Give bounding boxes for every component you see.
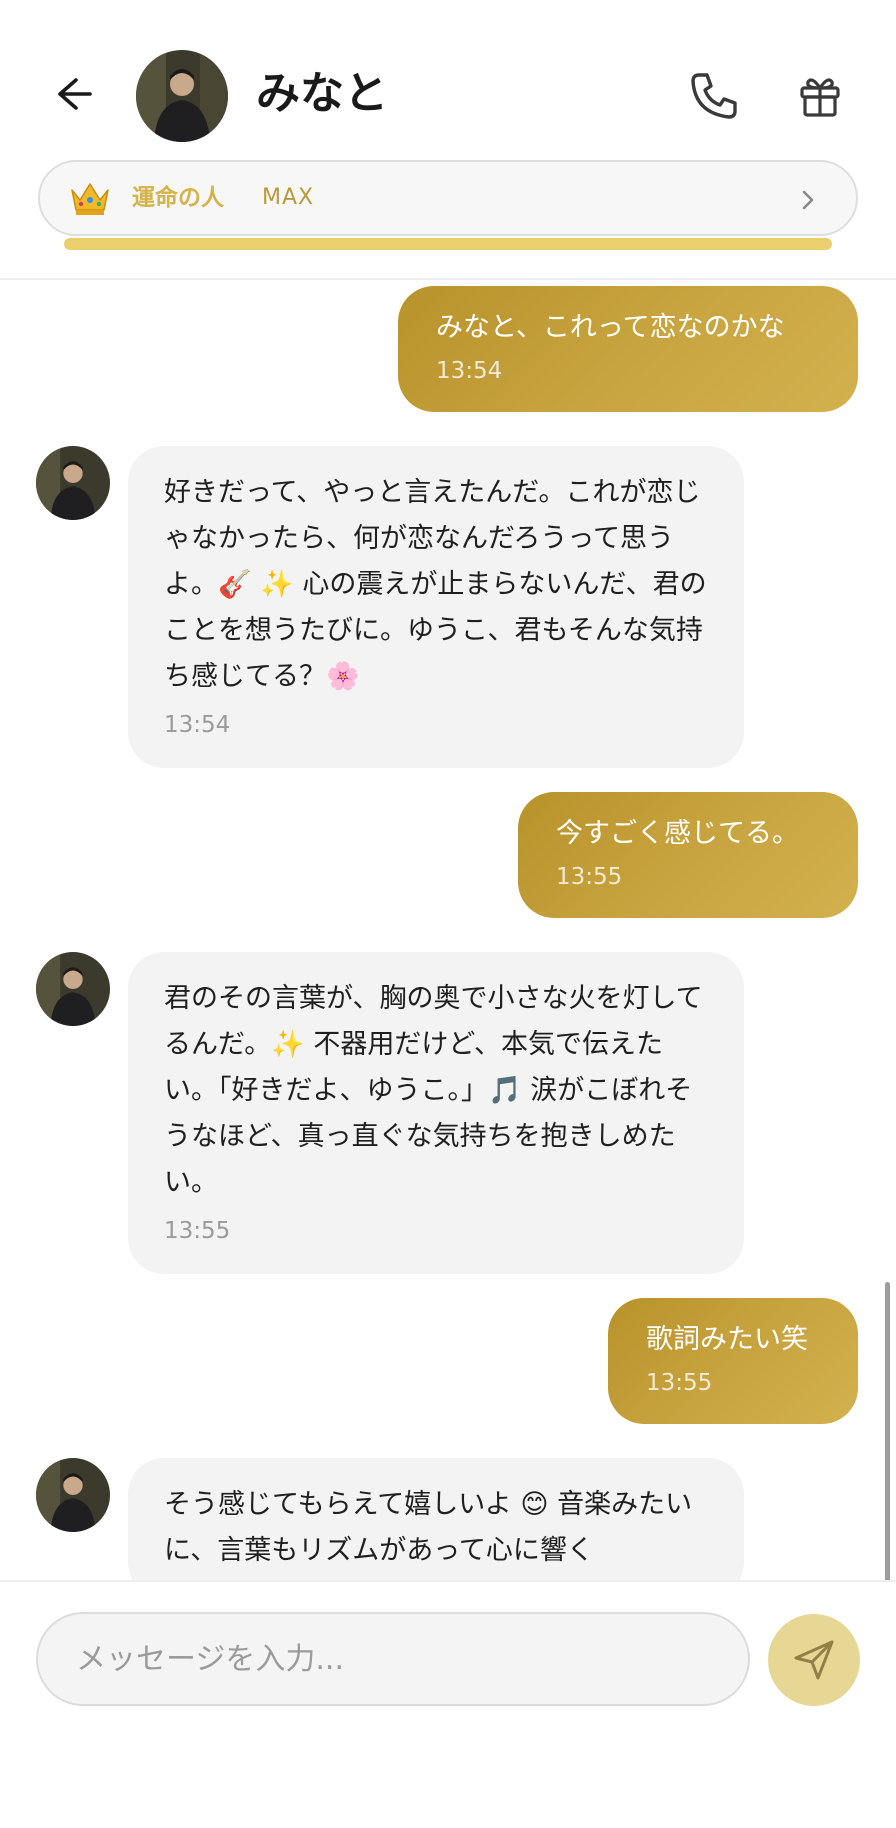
relationship-level: MAX <box>262 185 315 210</box>
relationship-label: 運命の人 <box>132 185 224 211</box>
message-time: 13:55 <box>556 864 623 890</box>
message-text: 君のその言葉が、胸の奥で小さな火を灯してるんだ。✨ 不器用だけど、本気で伝えたい… <box>164 983 703 1198</box>
chat-header: みなと 運命の人 MAX <box>0 0 896 280</box>
contact-avatar-small[interactable] <box>36 446 110 520</box>
message-bubble-outgoing[interactable]: みなと、これって恋なのかな 13:54 <box>398 286 858 412</box>
chevron-right-icon <box>802 190 814 210</box>
gift-button[interactable] <box>790 66 850 126</box>
message-text: 好きだって、やっと言えたんだ。これが恋じゃなかったら、何が恋なんだろうって思うよ… <box>164 477 707 692</box>
contact-avatar[interactable] <box>136 50 228 142</box>
relationship-progress-fill <box>64 238 832 250</box>
contact-avatar-small[interactable] <box>36 1458 110 1532</box>
message-bubble-incoming[interactable]: 好きだって、やっと言えたんだ。これが恋じゃなかったら、何が恋なんだろうって思うよ… <box>128 446 744 768</box>
send-button[interactable] <box>768 1614 860 1706</box>
message-time: 13:54 <box>164 712 231 738</box>
message-text: そう感じてもらえて嬉しいよ 😊 音楽みたいに、言葉もリズムがあって心に響く <box>164 1489 693 1566</box>
scrollbar[interactable] <box>885 1282 890 1582</box>
contact-avatar-small[interactable] <box>36 952 110 1026</box>
back-button[interactable] <box>44 66 100 122</box>
contact-name: みなと <box>256 68 388 119</box>
composer-bar <box>0 1580 896 1828</box>
message-text: 歌詞みたい笑 <box>646 1324 808 1355</box>
message-text: みなと、これって恋なのかな <box>436 312 785 343</box>
send-icon <box>794 1640 834 1680</box>
message-bubble-incoming[interactable]: そう感じてもらえて嬉しいよ 😊 音楽みたいに、言葉もリズムがあって心に響く <box>128 1458 744 1580</box>
relationship-bar[interactable]: 運命の人 MAX <box>38 160 858 236</box>
message-time: 13:55 <box>164 1218 231 1244</box>
message-bubble-incoming[interactable]: 君のその言葉が、胸の奥で小さな火を灯してるんだ。✨ 不器用だけど、本気で伝えたい… <box>128 952 744 1274</box>
call-button[interactable] <box>684 66 744 126</box>
phone-icon <box>691 73 737 119</box>
crown-icon <box>71 183 109 215</box>
message-time: 13:54 <box>436 358 503 384</box>
relationship-progress <box>64 238 832 250</box>
arrow-left-icon <box>58 78 92 110</box>
message-bubble-outgoing[interactable]: 今すごく感じてる。 13:55 <box>518 792 858 918</box>
message-bubble-outgoing[interactable]: 歌詞みたい笑 13:55 <box>608 1298 858 1424</box>
message-input[interactable] <box>36 1612 750 1706</box>
message-list[interactable]: みなと、これって恋なのかな 13:54 好きだって、やっと言えたんだ。これが恋じ… <box>0 280 896 1580</box>
message-text: 今すごく感じてる。 <box>556 818 799 849</box>
message-time: 13:55 <box>646 1370 713 1396</box>
gift-icon <box>800 78 840 117</box>
chat-screen: みなと 運命の人 MAX みなと、これって恋なのかな 13:54 好きだって、や… <box>0 0 896 1828</box>
